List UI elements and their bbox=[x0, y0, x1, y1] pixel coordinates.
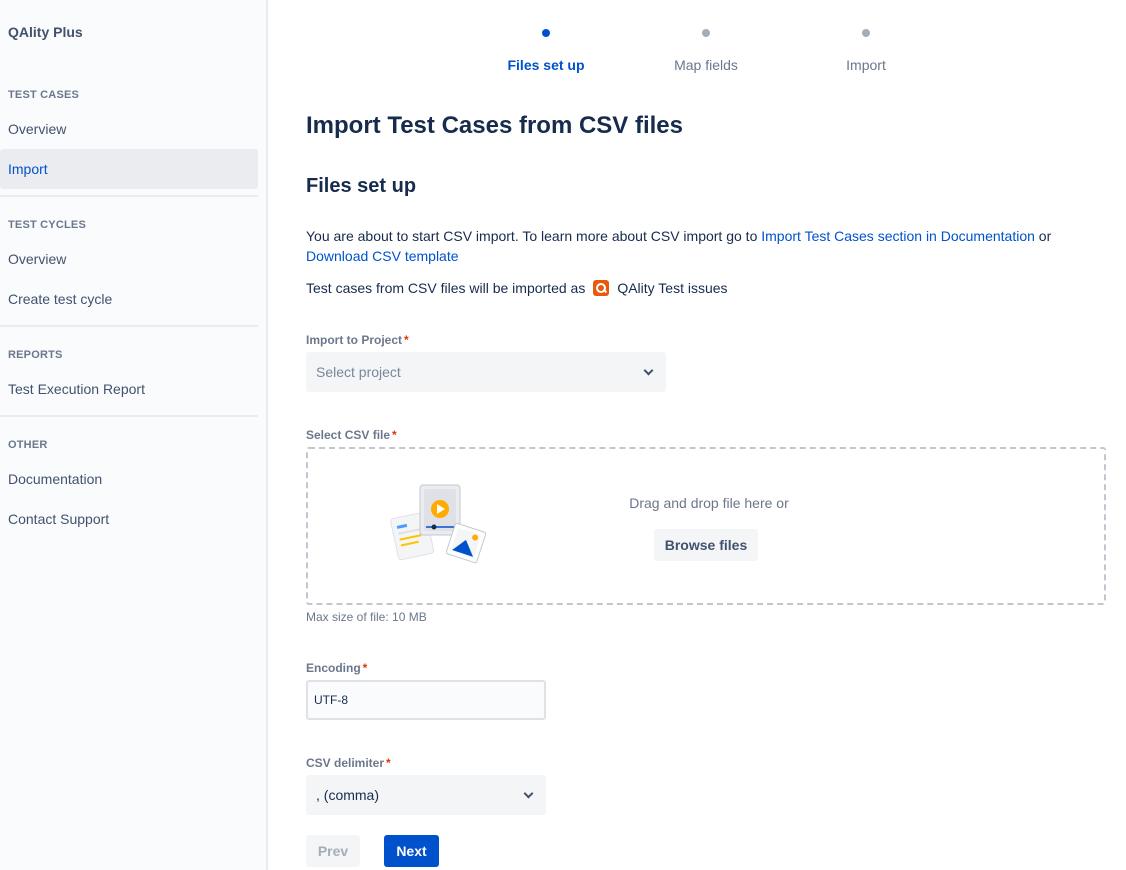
step-label: Import bbox=[846, 57, 886, 73]
app-title: QAlity Plus bbox=[8, 24, 83, 40]
encoding-label-text: Encoding bbox=[306, 661, 361, 675]
step-map-fields: Map fields bbox=[626, 26, 786, 73]
prev-button[interactable]: Prev bbox=[306, 835, 360, 867]
required-marker: * bbox=[362, 661, 368, 675]
section-title-test-cycles: TEST CYCLES bbox=[8, 219, 86, 231]
project-select[interactable]: Select project bbox=[306, 352, 666, 392]
sidebar-item-test-cases-overview[interactable]: Overview bbox=[0, 109, 258, 149]
sidebar-divider bbox=[0, 325, 258, 327]
documentation-link[interactable]: Import Test Cases section in Documentati… bbox=[761, 228, 1035, 244]
download-csv-template-link[interactable]: Download CSV template bbox=[306, 248, 459, 264]
step-files-set-up: Files set up bbox=[466, 26, 626, 73]
required-marker: * bbox=[392, 428, 397, 442]
sidebar-divider bbox=[0, 415, 258, 417]
csv-file-label-text: Select CSV file bbox=[306, 428, 391, 442]
section-heading: Files set up bbox=[306, 175, 417, 197]
section-title-reports: REPORTS bbox=[8, 349, 63, 361]
import-as-text: Test cases from CSV files will be import… bbox=[306, 280, 586, 296]
qality-search-icon bbox=[593, 280, 610, 296]
drop-instruction-text: Drag and drop file here or bbox=[629, 495, 789, 511]
intro-paragraph: You are about to start CSV import. To le… bbox=[306, 226, 1086, 266]
project-select-placeholder: Select project bbox=[316, 364, 401, 380]
sidebar-item-create-test-cycle[interactable]: Create test cycle bbox=[0, 279, 258, 319]
or-text: or bbox=[1038, 228, 1052, 244]
step-label: Map fields bbox=[674, 57, 738, 73]
encoding-input[interactable]: UTF-8 bbox=[306, 680, 546, 720]
delimiter-select-value: , (comma) bbox=[316, 787, 379, 803]
required-marker: * bbox=[386, 756, 391, 770]
sidebar-item-test-cycles-overview[interactable]: Overview bbox=[0, 239, 258, 279]
import-as-line: Test cases from CSV files will be import… bbox=[306, 278, 728, 298]
csv-file-field-label: Select CSV file * bbox=[306, 428, 397, 442]
project-label-text: Import to Project bbox=[306, 333, 403, 347]
chevron-down-icon bbox=[643, 365, 654, 376]
issue-type-label: QAlity Test issues bbox=[617, 280, 728, 296]
max-file-size-hint: Max size of file: 10 MB bbox=[306, 610, 427, 624]
csv-file-dropzone[interactable]: Drag and drop file here or Browse files bbox=[306, 447, 1106, 605]
step-label: Files set up bbox=[507, 57, 585, 73]
chevron-down-icon bbox=[523, 788, 534, 799]
sidebar-divider bbox=[0, 195, 258, 197]
delimiter-select[interactable]: , (comma) bbox=[306, 775, 546, 815]
progress-stepper: Files set up Map fields Import bbox=[268, 26, 1126, 86]
delimiter-label-text: CSV delimiter bbox=[306, 756, 385, 770]
project-field-label: Import to Project * bbox=[306, 333, 409, 347]
step-dot bbox=[542, 29, 550, 37]
step-dot bbox=[862, 29, 870, 37]
sidebar-item-contact-support[interactable]: Contact Support bbox=[0, 499, 258, 539]
main-content: Files set up Map fields Import Import Te… bbox=[268, 0, 1126, 870]
required-marker: * bbox=[404, 333, 409, 347]
section-title-other: OTHER bbox=[8, 439, 48, 451]
sidebar-item-test-execution-report[interactable]: Test Execution Report bbox=[0, 369, 258, 409]
intro-text: You are about to start CSV import. To le… bbox=[306, 228, 758, 244]
section-title-test-cases: TEST CASES bbox=[8, 89, 80, 101]
step-dot bbox=[702, 29, 710, 37]
step-import: Import bbox=[786, 26, 946, 73]
next-button[interactable]: Next bbox=[384, 835, 439, 867]
sidebar: QAlity Plus TEST CASES Overview Import T… bbox=[0, 0, 268, 870]
sidebar-item-import[interactable]: Import bbox=[0, 149, 258, 189]
encoding-field-label: Encoding * bbox=[306, 661, 367, 675]
page-title: Import Test Cases from CSV files bbox=[306, 112, 683, 139]
sidebar-item-documentation[interactable]: Documentation bbox=[0, 459, 258, 499]
delimiter-field-label: CSV delimiter * bbox=[306, 756, 391, 770]
file-upload-illustration-icon bbox=[390, 484, 487, 564]
browse-files-button[interactable]: Browse files bbox=[654, 529, 758, 561]
